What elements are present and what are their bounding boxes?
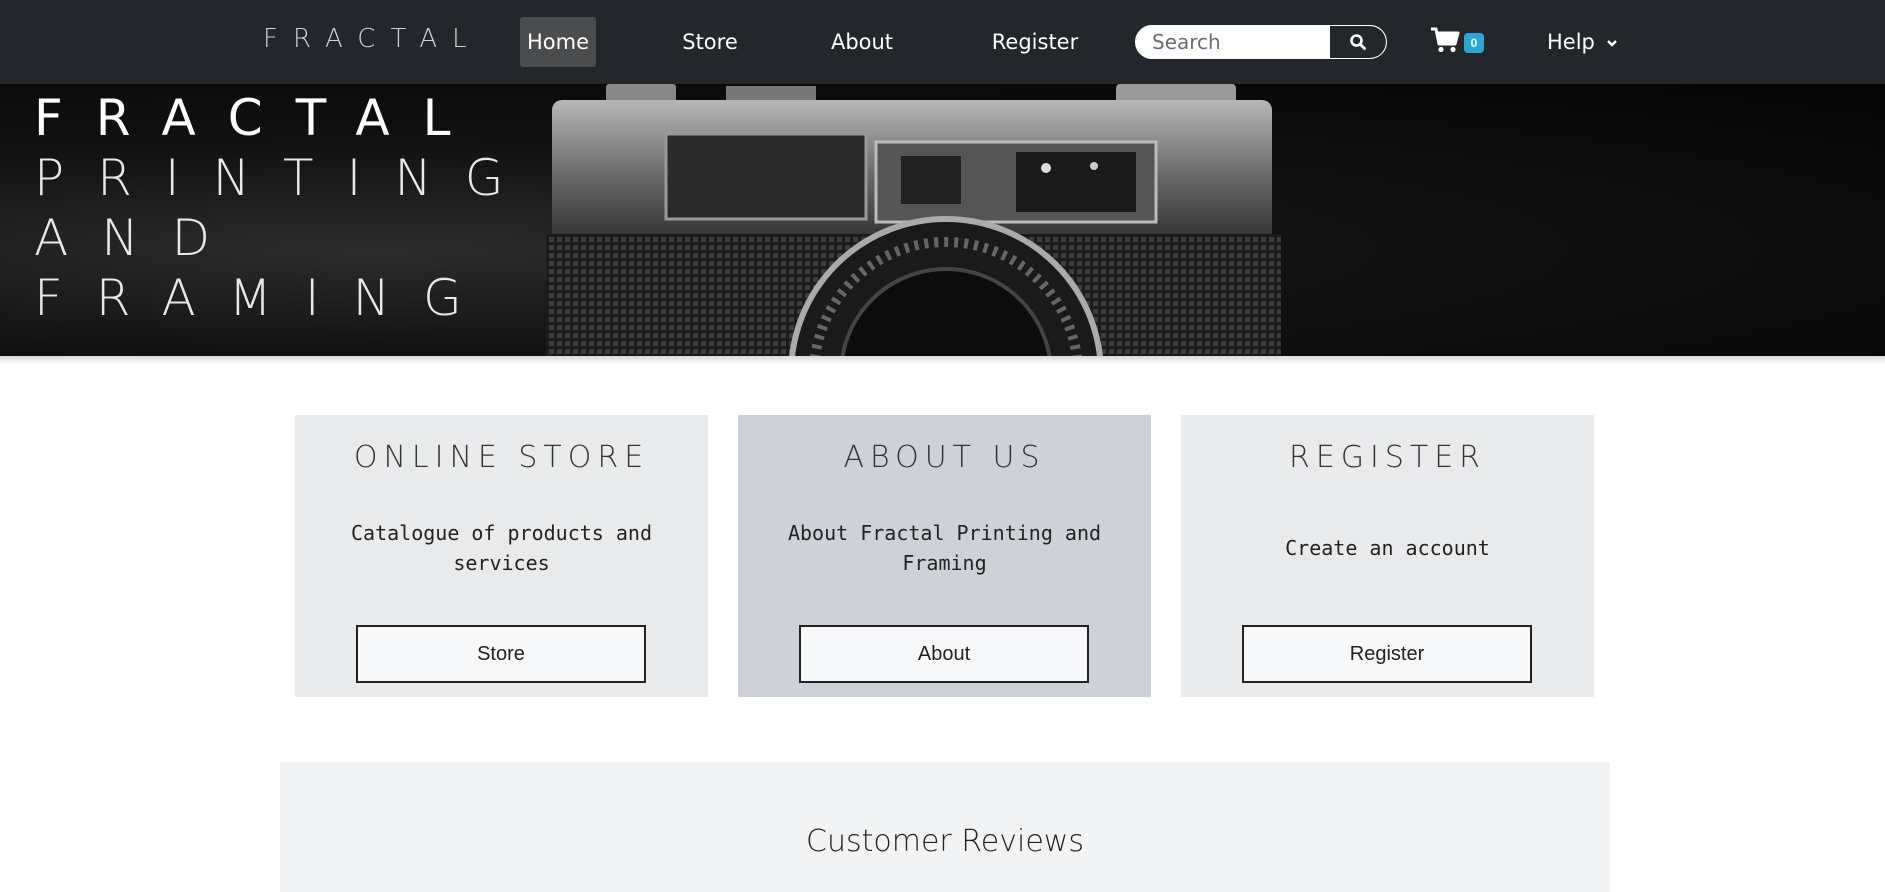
customer-reviews-section: Customer Reviews: [280, 762, 1610, 892]
chevron-down-icon: [1606, 40, 1617, 47]
hero-banner: FRACTAL PRINTING AND FRAMING: [0, 84, 1885, 360]
nav-about[interactable]: About: [826, 17, 898, 67]
register-button[interactable]: Register: [1242, 625, 1532, 683]
online-store-card: ONLINE STORE Catalogue of products and s…: [295, 415, 708, 697]
hero-line-2: PRINTING: [34, 149, 537, 207]
hero-line-1: FRACTAL: [34, 89, 484, 147]
register-card: REGISTER Create an account Register: [1181, 415, 1594, 697]
cart-count-badge: 0: [1464, 33, 1484, 53]
card-title: ONLINE STORE: [353, 440, 650, 475]
hero-title: FRACTAL PRINTING AND FRAMING: [34, 88, 536, 328]
hero-line-3: AND: [34, 209, 244, 267]
card-description: About Fractal Printing and Framing: [787, 521, 1102, 575]
help-dropdown[interactable]: Help: [1547, 17, 1618, 67]
card-description: Create an account: [1285, 536, 1490, 560]
cart-button[interactable]: 0: [1430, 24, 1486, 58]
cart-icon: [1431, 27, 1460, 53]
card-title: ABOUT US: [843, 440, 1046, 475]
store-button[interactable]: Store: [356, 625, 646, 683]
camera-image: [546, 84, 1281, 360]
nav-register[interactable]: Register: [982, 17, 1088, 67]
about-button[interactable]: About: [799, 625, 1089, 683]
card-title: REGISTER: [1288, 440, 1487, 475]
search-input[interactable]: [1136, 26, 1330, 58]
top-navbar: FRACTAL Home Store About Register 0 Help: [0, 0, 1885, 84]
card-description: Catalogue of products and services: [350, 521, 653, 575]
hero-line-4: FRAMING: [34, 269, 495, 327]
search-button[interactable]: [1330, 26, 1386, 58]
help-label: Help: [1547, 30, 1595, 54]
reviews-heading: Customer Reviews: [806, 824, 1084, 859]
about-us-card: ABOUT US About Fractal Printing and Fram…: [738, 415, 1151, 697]
brand-logo[interactable]: FRACTAL: [263, 24, 482, 54]
nav-store[interactable]: Store: [676, 17, 744, 67]
search-form: [1135, 25, 1387, 59]
nav-home[interactable]: Home: [520, 17, 596, 67]
hero-divider: [0, 356, 1885, 364]
search-icon: [1350, 34, 1366, 50]
